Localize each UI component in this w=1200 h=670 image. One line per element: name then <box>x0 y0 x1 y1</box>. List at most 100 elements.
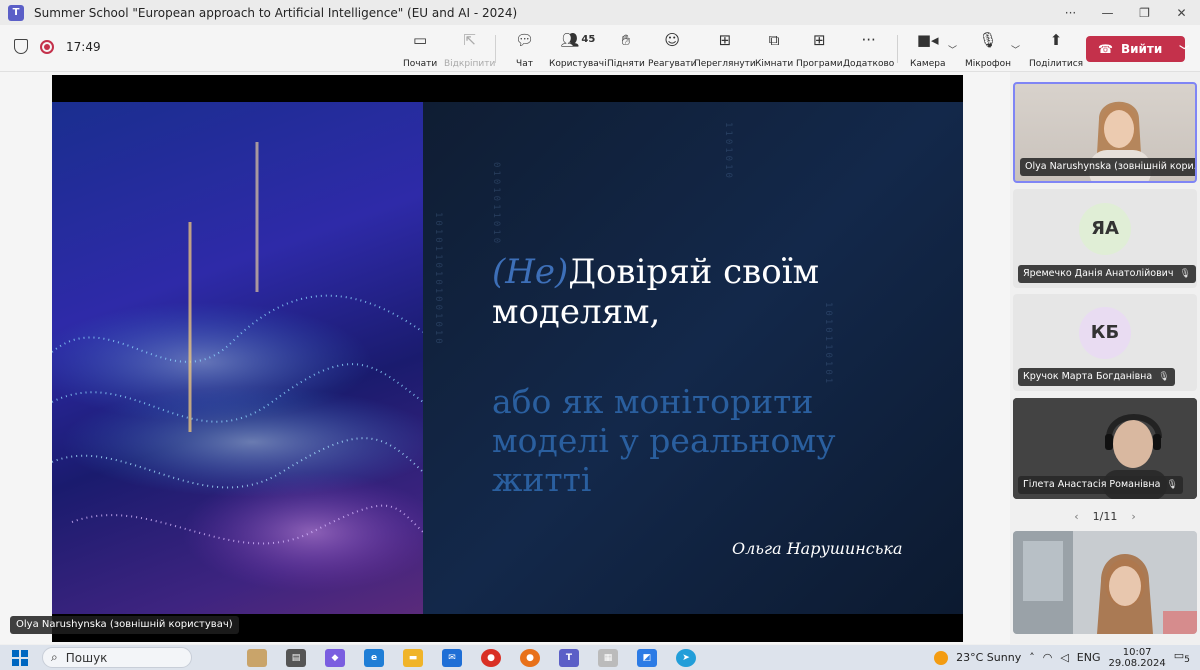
weather-text[interactable]: 23°C Sunny <box>956 651 1021 664</box>
self-video <box>1013 531 1197 634</box>
photos-icon[interactable]: ◩ <box>637 648 657 667</box>
weather-icon[interactable] <box>934 650 949 665</box>
apps-button[interactable]: ⊞ Програми <box>796 31 843 69</box>
raise-hand-button[interactable]: ✋︎ Підняти <box>607 31 645 69</box>
windows-taskbar: ⌕ Пошук ▤ ◆ e ▬ ✉ ● ● T ▦ ◩ ➤ 23°C Sunny… <box>0 645 1200 670</box>
slide-title: (Не)Довіряй своїм моделям, <box>492 252 819 332</box>
chat-button[interactable]: 💬︎ Чат <box>515 31 534 69</box>
participant-tile[interactable]: Olya Narushynska (зовнішній кори... <box>1013 82 1197 183</box>
leave-options-chevron-icon[interactable]: ﹀ <box>1179 42 1189 57</box>
react-button[interactable]: ☺ Реагувати <box>648 31 696 69</box>
rooms-icon: ⧉ <box>768 31 780 49</box>
particle-wave-image <box>52 102 423 614</box>
binary-decoration: 1101010 <box>723 122 733 181</box>
rooms-button[interactable]: ⧉ Кімнати <box>755 31 793 69</box>
shared-content-stage: 1010110101001010 0101011010 1101010 1010… <box>0 72 1010 644</box>
toolbar-divider <box>897 35 898 63</box>
mic-muted-icon: 🎙︎ <box>1166 480 1178 490</box>
app-icon[interactable]: ▦ <box>598 648 618 667</box>
ellipsis-icon: ··· <box>861 31 876 49</box>
telegram-icon[interactable]: ➤ <box>676 648 696 667</box>
shield-icon[interactable] <box>14 39 28 54</box>
chrome-alt-icon[interactable]: ● <box>520 648 540 667</box>
search-icon: ⌕ <box>51 650 58 664</box>
start-button[interactable]: ▭ Почати <box>403 31 437 69</box>
mic-button[interactable]: 🎙︎ Мікрофон <box>965 31 1011 69</box>
mic-muted-icon: 🎙︎ <box>1158 372 1170 382</box>
avatar: КБ <box>1079 306 1131 359</box>
present-icon: ▭ <box>413 31 428 49</box>
task-view-icon[interactable]: ▤ <box>286 648 306 667</box>
toolbar-divider <box>495 35 496 63</box>
mail-icon[interactable]: ✉ <box>442 648 462 667</box>
taskbar-search[interactable]: ⌕ Пошук <box>42 647 192 668</box>
slide-title-prefix: (Не) <box>492 252 569 292</box>
binary-decoration: 0101011010 <box>491 162 501 247</box>
participants-count: 45 <box>581 34 596 45</box>
phone-hangup-icon: ☎ <box>1098 42 1113 56</box>
grid-icon: ⊞ <box>718 31 732 49</box>
clock[interactable]: 10:07 29.08.2024 <box>1109 647 1166 669</box>
lang-indicator[interactable]: ENG <box>1077 651 1101 664</box>
edge-icon[interactable]: e <box>364 648 384 667</box>
people-button[interactable]: 👥︎ 45 Користувачі <box>549 31 607 69</box>
binary-decoration: 1010110101001010 <box>433 212 443 347</box>
share-upload-icon: ⬆ <box>1049 31 1063 49</box>
copilot-icon[interactable]: ◆ <box>325 648 345 667</box>
participant-tile[interactable]: КБ Кручок Марта Богданівна 🎙︎ <box>1013 294 1197 391</box>
leave-button[interactable]: ☎ Вийти ﹀ <box>1086 36 1189 62</box>
volume-icon[interactable]: ◁ <box>1060 651 1068 664</box>
share-screen-button[interactable]: ⬆ Поділитися <box>1029 31 1083 69</box>
minimize-icon[interactable]: — <box>1089 6 1126 20</box>
chevron-right-icon[interactable]: › <box>1131 510 1135 523</box>
recording-icon <box>40 39 54 54</box>
teams-icon: T <box>8 4 24 21</box>
participant-name: Olya Narushynska (зовнішній кори... <box>1020 158 1195 176</box>
chevron-left-icon[interactable]: ‹ <box>1074 510 1078 523</box>
smile-icon: ☺ <box>664 31 681 49</box>
microphone-icon: 🎙︎ <box>978 31 998 49</box>
slide-author: Ольга Нарушинська <box>732 539 903 558</box>
slide-dark-panel: 1010110101001010 0101011010 1101010 1010… <box>423 102 963 614</box>
slide-subtitle: або як моніторити моделі у реальному жит… <box>492 382 836 499</box>
more-options-icon[interactable]: ··· <box>1052 6 1089 20</box>
window-controls: ··· — ❐ ✕ <box>1052 6 1200 20</box>
page-indicator: 1/11 <box>1092 509 1118 523</box>
participant-name: Яремечко Данія Анатолійович 🎙︎ <box>1018 265 1196 283</box>
self-view-tile[interactable] <box>1013 531 1197 634</box>
chrome-icon[interactable]: ● <box>481 648 501 667</box>
restore-icon[interactable]: ❐ <box>1126 6 1163 20</box>
participant-tile[interactable]: ЯА Яремечко Данія Анатолійович 🎙︎ <box>1013 189 1197 288</box>
mic-muted-icon: 🎙︎ <box>1179 269 1191 279</box>
tray-overflow-icon[interactable]: ˄ <box>1029 651 1035 664</box>
more-button[interactable]: ··· Додатково <box>843 31 894 69</box>
people-icon: 👥︎ 45 <box>560 31 596 49</box>
window-title: Summer School "European approach to Arti… <box>34 5 518 20</box>
teams-taskbar-icon[interactable]: T <box>559 648 579 667</box>
widget-icon[interactable] <box>247 648 267 667</box>
meeting-timer: 17:49 <box>66 39 101 54</box>
slide-title-line1: Довіряй своїм <box>568 252 820 292</box>
avatar: ЯА <box>1079 202 1131 255</box>
hand-icon: ✋︎ <box>621 31 631 49</box>
camera-options-chevron-icon[interactable]: ﹀ <box>948 43 957 56</box>
participant-tile[interactable]: Гілета Анастасія Романівна 🎙︎ <box>1013 398 1197 499</box>
camera-icon: ■◂ <box>916 31 939 49</box>
participant-name: Гілета Анастасія Романівна 🎙︎ <box>1018 476 1183 494</box>
close-icon[interactable]: ✕ <box>1163 6 1200 20</box>
meeting-toolbar: 17:49 ▭ Почати ⇱ Відкріпити 💬︎ Чат 👥︎ 45 … <box>0 25 1200 72</box>
chat-icon: 💬︎ <box>515 31 535 49</box>
mic-options-chevron-icon[interactable]: ﹀ <box>1011 43 1020 56</box>
notifications-icon[interactable]: ▭5 <box>1174 649 1190 665</box>
system-tray: 23°C Sunny ˄ ◠ ◁ ENG 10:07 29.08.2024 ▭5 <box>934 647 1200 669</box>
wifi-icon[interactable]: ◠ <box>1043 651 1053 664</box>
view-button[interactable]: ⊞ Переглянути <box>694 31 756 69</box>
windows-start-icon[interactable] <box>12 649 28 666</box>
unpin-button[interactable]: ⇱ Відкріпити <box>444 31 495 69</box>
presentation-slide: 1010110101001010 0101011010 1101010 1010… <box>52 102 963 614</box>
unpin-icon: ⇱ <box>463 31 476 49</box>
camera-button[interactable]: ■◂ Камера <box>910 31 945 69</box>
add-icon: ⊞ <box>813 31 826 49</box>
file-explorer-icon[interactable]: ▬ <box>403 648 423 667</box>
slide-title-line2: моделям, <box>492 292 661 332</box>
